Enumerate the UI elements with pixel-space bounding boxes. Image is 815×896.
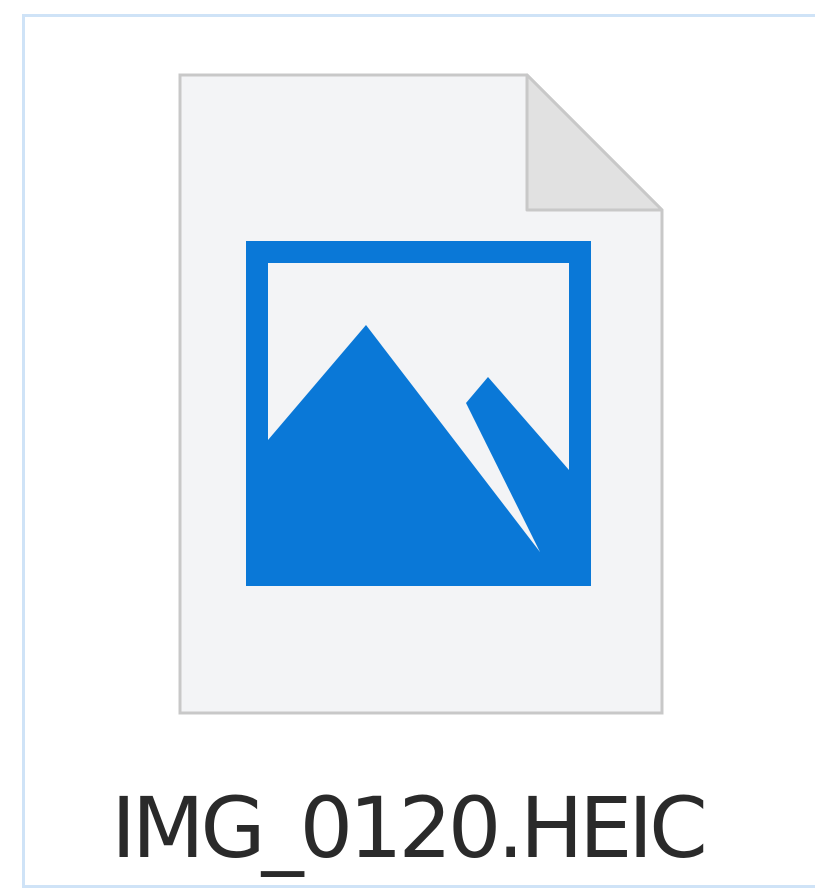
picture-ground [268,552,569,564]
file-name-label: IMG_0120.HEIC [111,779,707,877]
document-fold [525,73,664,212]
image-file-icon[interactable] [0,0,815,896]
